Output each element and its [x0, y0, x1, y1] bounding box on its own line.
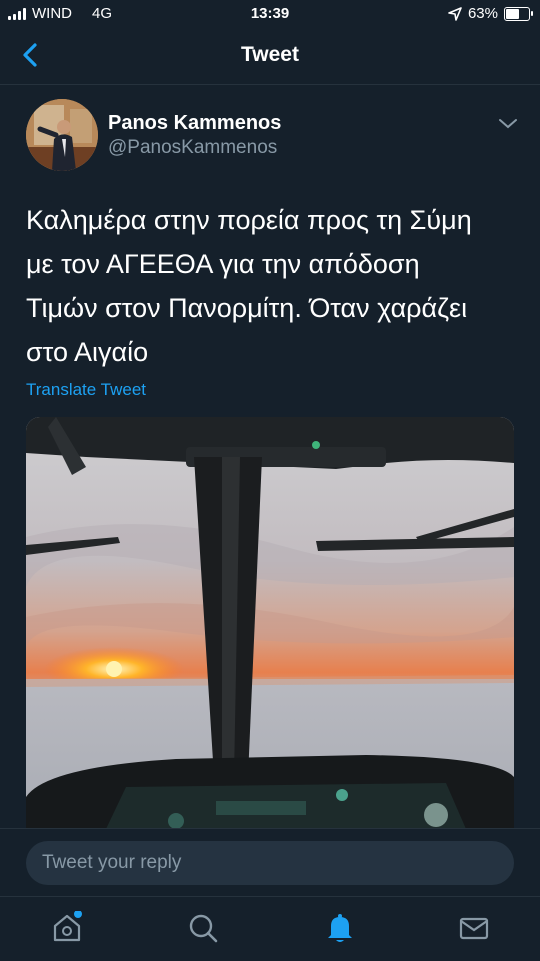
reply-input[interactable]: Tweet your reply — [26, 841, 514, 885]
search-icon[interactable] — [186, 911, 220, 945]
tab-bar — [0, 896, 540, 961]
mail-icon[interactable] — [457, 911, 491, 945]
tweet-line: Καλημέρα στην πορεία προς τη Σύμη — [26, 205, 472, 235]
battery-percent: 63% — [467, 5, 498, 22]
chevron-down-icon[interactable] — [497, 117, 519, 131]
status-bar: WIND 4G 13:39 63% — [0, 0, 540, 28]
tweet-text: Καλημέρα στην πορεία προς τη Σύμη με τον… — [26, 198, 516, 374]
author-handle[interactable]: @PanosKammenos — [108, 137, 277, 159]
reply-bar: Tweet your reply — [0, 828, 540, 897]
bell-icon[interactable] — [323, 911, 357, 945]
notification-dot-icon — [74, 911, 82, 918]
battery-icon — [504, 6, 533, 21]
tweet-line: με τον ΑΓΕΕΘΑ για την απόδοση — [26, 249, 420, 279]
avatar[interactable] — [26, 99, 98, 171]
navigation-bar: Tweet — [0, 28, 540, 85]
home-icon[interactable] — [50, 911, 84, 945]
page-title: Tweet — [241, 43, 299, 66]
tweet-photo[interactable] — [26, 417, 514, 829]
tweet-line: Τιμών στον Πανορμίτη. Όταν χαράζει — [26, 293, 468, 323]
tweet-line: στο Αιγαίο — [26, 337, 149, 367]
author-name[interactable]: Panos Kammenos — [108, 112, 281, 135]
location-arrow-icon — [448, 6, 462, 21]
translate-tweet-link[interactable]: Translate Tweet — [26, 380, 146, 400]
